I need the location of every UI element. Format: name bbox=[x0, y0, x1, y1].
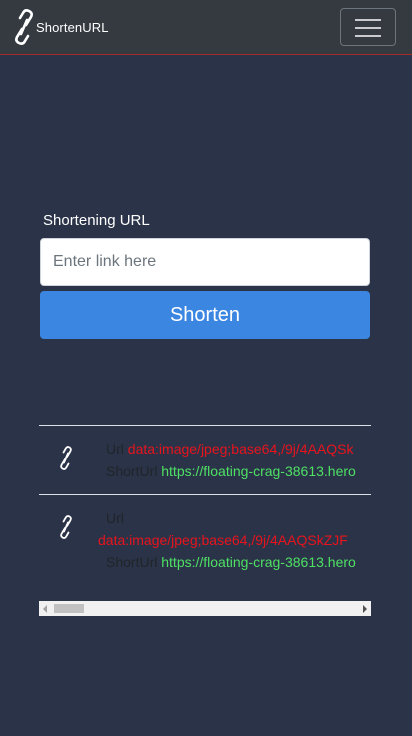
link-icon bbox=[15, 9, 33, 45]
brand-name: ShortenURL bbox=[36, 19, 109, 35]
hamburger-menu-icon bbox=[355, 19, 381, 21]
link-input[interactable] bbox=[40, 238, 370, 286]
hamburger-menu-icon bbox=[355, 35, 381, 37]
table-row: Url data:image/jpeg;base64,/9j/4AAQSk Sh… bbox=[39, 425, 371, 495]
short-url-line: ShortUrl https://floating-crag-38613.her… bbox=[106, 460, 371, 482]
shorten-button[interactable]: Shorten bbox=[40, 291, 370, 339]
url-line: Url data:image/jpeg;base64,/9j/4AAQSk bbox=[106, 438, 371, 460]
url-label-line: Url bbox=[106, 507, 371, 529]
links-table-container[interactable]: Url data:image/jpeg;base64,/9j/4AAQSk Sh… bbox=[39, 425, 371, 616]
link-icon bbox=[60, 446, 72, 470]
url-line: data:image/jpeg;base64,/9j/4AAQSkZJF bbox=[98, 529, 371, 551]
links-table: Url data:image/jpeg;base64,/9j/4AAQSk Sh… bbox=[39, 425, 371, 585]
horizontal-scrollbar[interactable] bbox=[39, 601, 371, 616]
table-row: Url data:image/jpeg;base64,/9j/4AAQSkZJF… bbox=[39, 494, 371, 586]
brand-link[interactable]: ShortenURL bbox=[13, 9, 109, 45]
shortening-url-label: Shortening URL bbox=[43, 212, 150, 229]
navbar-toggler-button[interactable] bbox=[340, 8, 396, 46]
url-value: data:image/jpeg;base64,/9j/4AAQSk bbox=[127, 441, 354, 457]
link-icon bbox=[60, 515, 72, 539]
navbar: ShortenURL bbox=[0, 0, 412, 55]
url-value: data:image/jpeg;base64,/9j/4AAQSkZJF bbox=[98, 532, 348, 548]
scroll-left-arrow-icon[interactable] bbox=[43, 605, 47, 613]
short-url-label: ShortUrl bbox=[106, 463, 158, 479]
scrollbar-thumb[interactable] bbox=[54, 604, 84, 613]
url-label: Url bbox=[106, 510, 124, 526]
short-url-label: ShortUrl bbox=[106, 554, 158, 570]
url-label: Url bbox=[106, 441, 124, 457]
hamburger-menu-icon bbox=[355, 27, 381, 29]
short-url-line: ShortUrl https://floating-crag-38613.her… bbox=[106, 551, 371, 573]
short-url-link[interactable]: https://floating-crag-38613.hero bbox=[161, 554, 356, 570]
scroll-right-arrow-icon[interactable] bbox=[363, 605, 367, 613]
short-url-link[interactable]: https://floating-crag-38613.hero bbox=[161, 463, 356, 479]
